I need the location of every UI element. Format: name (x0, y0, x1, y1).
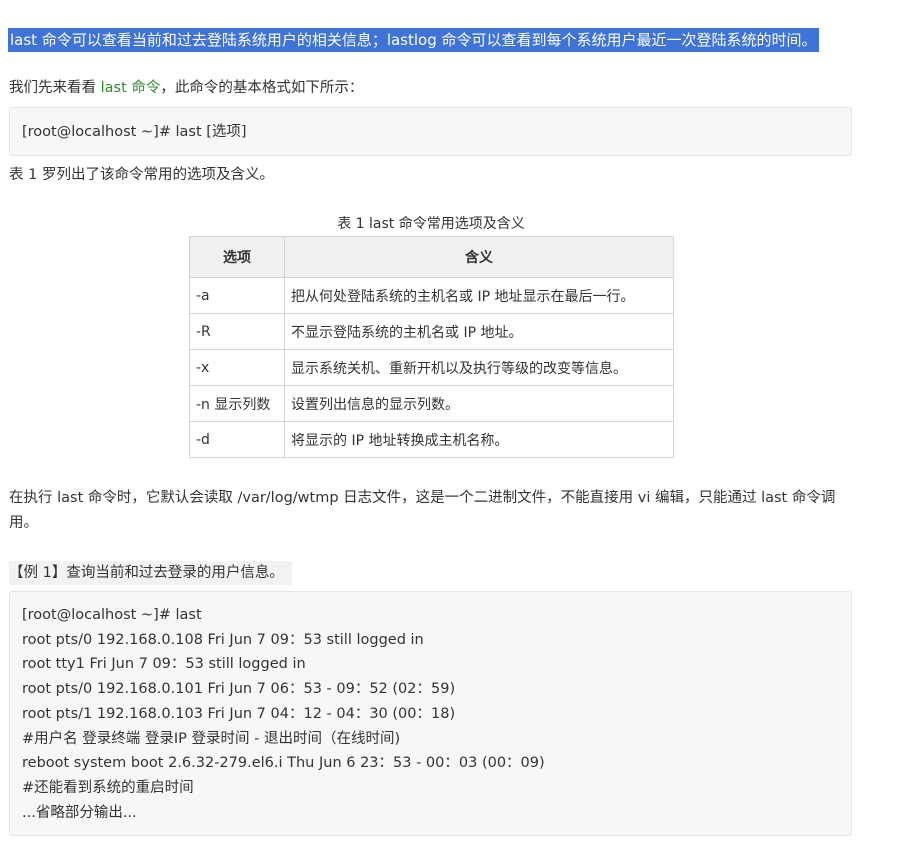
table-header-option: 选项 (189, 236, 285, 278)
code-line: root tty1 Fri Jun 7 09：53 still logged i… (22, 656, 306, 673)
format-intro-after: ，此命令的基本格式如下所示： (160, 80, 364, 96)
table-cell-option: -a (189, 277, 285, 314)
wtmp-paragraph: 在执行 last 命令时，它默认会读取 /var/log/wtmp 日志文件，这… (9, 490, 836, 531)
code-line: root pts/0 192.168.0.101 Fri Jun 7 06：53… (22, 681, 456, 698)
table-header-meaning: 含义 (284, 236, 674, 278)
example-label: 【例 1】查询当前和过去登录的用户信息。 (9, 561, 292, 585)
table-row: -n 显示列数 设置列出信息的显示列数。 (189, 385, 674, 422)
code-line: [root@localhost ~]# last (22, 607, 202, 623)
table-cell-meaning: 设置列出信息的显示列数。 (284, 385, 674, 422)
table-header-row: 选项 含义 (189, 236, 674, 278)
table-cell-option: -n 显示列数 (189, 385, 285, 422)
table-row: -d 将显示的 IP 地址转换成主机名称。 (189, 421, 674, 458)
last-command-link[interactable]: last 命令 (101, 80, 161, 96)
table-cell-meaning: 不显示登陆系统的主机名或 IP 地址。 (284, 313, 674, 350)
code-line: reboot system boot 2.6.32-279.el6.i Thu … (22, 755, 545, 772)
example-code-block: [root@localhost ~]# last root pts/0 192.… (9, 591, 852, 836)
table-cell-meaning: 显示系统关机、重新开机以及执行等级的改变等信息。 (284, 349, 674, 386)
table-intro-paragraph: 表 1 罗列出了该命令常用的选项及含义。 (9, 167, 274, 183)
table-cell-option: -d (189, 421, 285, 458)
table-row: -a 把从何处登陆系统的主机名或 IP 地址显示在最后一行。 (189, 277, 674, 314)
code-line: #用户名 登录终端 登录IP 登录时间 - 退出时间（在线时间) (22, 730, 401, 747)
format-code-line: [root@localhost ~]# last [选项] (22, 124, 247, 140)
table-row: -x 显示系统关机、重新开机以及执行等级的改变等信息。 (189, 349, 674, 386)
table-row: -R 不显示登陆系统的主机名或 IP 地址。 (189, 313, 674, 350)
code-line: root pts/1 192.168.0.103 Fri Jun 7 04：12… (22, 705, 456, 722)
format-intro-paragraph: 我们先来看看 last 命令，此命令的基本格式如下所示： (9, 76, 363, 101)
code-line: root pts/0 192.168.0.108 Fri Jun 7 09：53… (22, 631, 424, 648)
table-caption: 表 1 last 命令常用选项及含义 (337, 216, 525, 232)
table-cell-meaning: 将显示的 IP 地址转换成主机名称。 (284, 421, 674, 458)
format-code-block: [root@localhost ~]# last [选项] (9, 107, 852, 156)
format-intro-before: 我们先来看看 (9, 80, 101, 96)
table-cell-option: -R (189, 313, 285, 350)
code-line: #还能看到系统的重启时间 (22, 779, 194, 796)
selected-intro-text: last 命令可以查看当前和过去登陆系统用户的相关信息；lastlog 命令可以… (8, 28, 819, 52)
table-cell-meaning: 把从何处登陆系统的主机名或 IP 地址显示在最后一行。 (284, 277, 674, 314)
table-cell-option: -x (189, 349, 285, 386)
options-table: 选项 含义 -a 把从何处登陆系统的主机名或 IP 地址显示在最后一行。 -R … (189, 236, 674, 458)
code-line: ...省略部分输出... (22, 804, 137, 821)
